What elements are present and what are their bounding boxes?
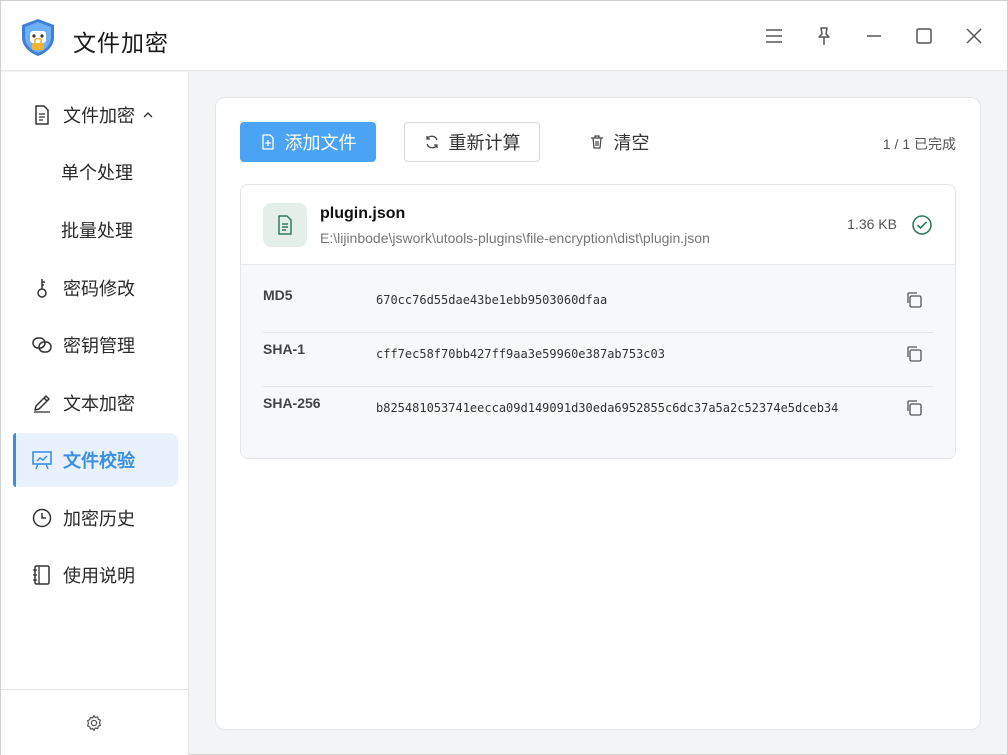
file-add-icon bbox=[261, 134, 274, 150]
recalculate-button[interactable]: 重新计算 bbox=[404, 122, 540, 162]
add-file-button[interactable]: 添加文件 bbox=[240, 122, 376, 162]
hash-value[interactable]: b825481053741eecca09d149091d30eda6952855… bbox=[376, 401, 838, 415]
sidebar-item-label: 单个处理 bbox=[61, 163, 133, 183]
hash-label: SHA-1 bbox=[263, 341, 306, 357]
app-title: 文件加密 bbox=[73, 30, 169, 56]
key-icon bbox=[31, 277, 53, 299]
hash-row-sha1: SHA-1 cff7ec58f70bb427ff9aa3e59960e387ab… bbox=[263, 333, 933, 387]
hash-label: SHA-256 bbox=[263, 395, 321, 411]
add-file-label: 添加文件 bbox=[284, 133, 357, 153]
copy-icon[interactable] bbox=[905, 399, 923, 417]
sidebar-item-label: 加密历史 bbox=[63, 509, 135, 529]
sidebar-item-help[interactable]: 使用说明 bbox=[13, 548, 178, 602]
copy-icon[interactable] bbox=[905, 345, 923, 363]
progress-status: 1 / 1 已完成 bbox=[882, 136, 956, 152]
trash-icon bbox=[590, 135, 603, 149]
copy-icon[interactable] bbox=[905, 291, 923, 309]
notebook-icon bbox=[31, 564, 53, 586]
pin-icon[interactable] bbox=[813, 25, 835, 47]
sidebar-footer bbox=[1, 689, 188, 755]
sidebar-item-label: 文件校验 bbox=[63, 451, 135, 471]
file-result-card: plugin.json E:\lijinbode\jswork\utools-p… bbox=[240, 184, 956, 459]
gear-icon[interactable] bbox=[85, 714, 103, 732]
app-window: 文件加密 文件加密 单个处理 批量处理 密码修改 密钥管理 文本加密 文件校验 … bbox=[0, 0, 1008, 755]
hash-label: MD5 bbox=[263, 287, 293, 303]
sidebar-item-batch[interactable]: 批量处理 bbox=[13, 203, 178, 257]
hash-value[interactable]: 670cc76d55dae43be1ebb9503060dfaa bbox=[376, 293, 607, 307]
clear-button[interactable]: 清空 bbox=[576, 122, 662, 162]
file-path: E:\lijinbode\jswork\utools-plugins\file-… bbox=[320, 230, 710, 246]
sidebar-item-file-encryption[interactable]: 文件加密 bbox=[13, 88, 178, 142]
file-size: 1.36 KB bbox=[847, 216, 897, 232]
check-circle-icon bbox=[911, 214, 933, 236]
sidebar-item-label: 密钥管理 bbox=[63, 336, 135, 356]
sidebar-item-keys[interactable]: 密钥管理 bbox=[13, 318, 178, 372]
main-panel: 添加文件 重新计算 清空 1 / 1 已完成 plugin.json E:\li… bbox=[215, 97, 981, 730]
app-logo-icon bbox=[19, 17, 57, 57]
chevron-up-icon bbox=[141, 108, 155, 122]
document-icon bbox=[31, 104, 53, 126]
sidebar-item-label: 使用说明 bbox=[63, 566, 135, 586]
hash-row-sha256: SHA-256 b825481053741eecca09d149091d30ed… bbox=[263, 387, 933, 441]
sidebar-item-password[interactable]: 密码修改 bbox=[13, 261, 178, 315]
sidebar-item-label: 批量处理 bbox=[61, 221, 133, 241]
refresh-icon bbox=[425, 135, 438, 149]
sidebar-item-history[interactable]: 加密历史 bbox=[13, 491, 178, 545]
presentation-icon bbox=[31, 449, 53, 471]
file-name: plugin.json bbox=[320, 205, 406, 222]
menu-icon[interactable] bbox=[763, 25, 785, 47]
title-bar: 文件加密 bbox=[1, 1, 1007, 71]
hash-list: MD5 670cc76d55dae43be1ebb9503060dfaa SHA… bbox=[241, 265, 955, 458]
recalculate-label: 重新计算 bbox=[448, 133, 521, 153]
file-icon bbox=[263, 203, 307, 247]
hash-row-md5: MD5 670cc76d55dae43be1ebb9503060dfaa bbox=[263, 279, 933, 333]
close-icon[interactable] bbox=[963, 25, 985, 47]
sidebar-item-label: 密码修改 bbox=[63, 279, 135, 299]
link-icon bbox=[31, 334, 53, 356]
clock-icon bbox=[31, 507, 53, 529]
sidebar-item-file-verify[interactable]: 文件校验 bbox=[13, 433, 178, 487]
sidebar-item-single[interactable]: 单个处理 bbox=[13, 145, 178, 199]
pen-icon bbox=[31, 392, 53, 414]
sidebar: 文件加密 单个处理 批量处理 密码修改 密钥管理 文本加密 文件校验 加密历史 … bbox=[1, 72, 189, 755]
sidebar-item-label: 文件加密 bbox=[63, 106, 135, 126]
clear-label: 清空 bbox=[613, 133, 650, 153]
minimize-icon[interactable] bbox=[863, 25, 885, 47]
sidebar-item-text-encryption[interactable]: 文本加密 bbox=[13, 376, 178, 430]
maximize-icon[interactable] bbox=[913, 25, 935, 47]
sidebar-item-label: 文本加密 bbox=[63, 394, 135, 414]
file-header: plugin.json E:\lijinbode\jswork\utools-p… bbox=[241, 185, 955, 265]
hash-value[interactable]: cff7ec58f70bb427ff9aa3e59960e387ab753c03 bbox=[376, 347, 665, 361]
